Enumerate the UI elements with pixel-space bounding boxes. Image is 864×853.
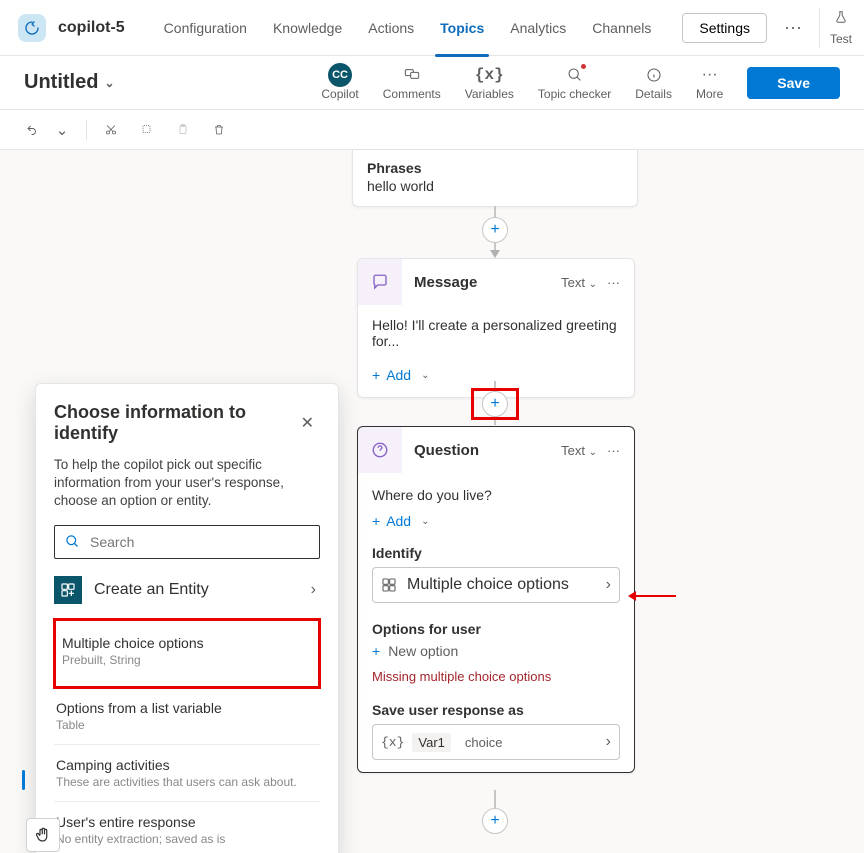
top-tabs: Configuration Knowledge Actions Topics A… [151, 0, 665, 56]
entity-option-camping[interactable]: Camping activities These are activities … [54, 745, 320, 802]
flask-icon [834, 9, 848, 30]
test-label: Test [830, 32, 852, 46]
flow-canvas[interactable]: Phrases hello world + Message Text ⌄ ···… [0, 150, 864, 853]
app-title: copilot-5 [58, 19, 125, 37]
save-response-label: Save user response as [372, 702, 620, 718]
trigger-node[interactable]: Phrases hello world [352, 150, 638, 207]
tab-knowledge[interactable]: Knowledge [260, 0, 355, 56]
topic-checker-button[interactable]: Topic checker [538, 65, 611, 101]
question-node[interactable]: Question Text ⌄ ··· Where do you live? +… [357, 426, 635, 773]
undo-button[interactable] [20, 118, 44, 142]
message-type-selector[interactable]: Text ⌄ [561, 275, 597, 290]
test-button[interactable]: Test [819, 8, 852, 48]
trigger-phrase: hello world [367, 178, 623, 194]
question-type-selector[interactable]: Text ⌄ [561, 443, 597, 458]
identify-label: Identify [372, 545, 620, 561]
copy-button[interactable] [135, 118, 159, 142]
new-option-button[interactable]: +New option [372, 643, 620, 659]
tab-actions[interactable]: Actions [355, 0, 427, 56]
top-bar: copilot-5 Configuration Knowledge Action… [0, 0, 864, 56]
arrow-down-icon [490, 250, 500, 258]
create-entity-icon [54, 576, 82, 604]
avatar: CC [328, 63, 352, 87]
editor-toolbar: ⌄ [0, 110, 864, 150]
tab-configuration[interactable]: Configuration [151, 0, 260, 56]
tab-analytics[interactable]: Analytics [497, 0, 579, 56]
pan-tool-button[interactable] [26, 818, 60, 852]
popover-title: Choose information to identify ✕ [54, 402, 320, 444]
chevron-down-icon: ⌄ [104, 76, 114, 90]
question-icon [358, 427, 402, 473]
details-button[interactable]: Details [635, 65, 672, 101]
doc-actions: CC Copilot Comments {x} Variables Topic … [321, 65, 840, 101]
add-node-button[interactable]: + [482, 808, 508, 834]
comments-button[interactable]: Comments [383, 65, 441, 101]
create-entity-button[interactable]: Create an Entity › [54, 573, 320, 607]
more-icon[interactable]: ··· [777, 12, 809, 44]
save-button[interactable]: Save [747, 67, 840, 99]
more-icon: ··· [702, 65, 718, 85]
entity-icon [381, 577, 397, 593]
info-icon [646, 65, 662, 85]
question-node-header: Question Text ⌄ ··· [358, 427, 634, 473]
message-node[interactable]: Message Text ⌄ ··· Hello! I'll create a … [357, 258, 635, 398]
validation-error: Missing multiple choice options [372, 669, 620, 684]
chevron-right-icon: › [311, 581, 316, 599]
selection-marker [22, 770, 25, 790]
message-node-more[interactable]: ··· [607, 275, 620, 290]
tab-topics[interactable]: Topics [427, 0, 497, 56]
annotation-arrow [636, 595, 676, 597]
chevron-right-icon: › [606, 733, 611, 751]
copilot-button[interactable]: CC Copilot [321, 65, 358, 101]
question-prompt[interactable]: Where do you live? [372, 479, 620, 507]
options-label: Options for user [372, 621, 620, 637]
search-input[interactable] [88, 533, 309, 551]
entity-list: Multiple choice options Prebuilt, String… [54, 619, 320, 853]
topic-checker-icon [567, 65, 583, 85]
question-add-button[interactable]: +Add⌄ [372, 507, 620, 537]
add-node-button[interactable]: + [482, 217, 508, 243]
question-node-more[interactable]: ··· [607, 443, 620, 458]
trigger-section-label: Phrases [367, 160, 623, 176]
more-button[interactable]: ··· More [696, 65, 723, 101]
undo-dropdown[interactable]: ⌄ [50, 118, 74, 142]
comments-icon [402, 65, 422, 85]
message-node-header: Message Text ⌄ ··· [358, 259, 634, 305]
doc-title[interactable]: Untitled ⌄ [24, 71, 115, 94]
variables-icon: {x} [475, 65, 504, 85]
top-right: Settings ··· Test [682, 8, 852, 48]
variable-selector[interactable]: {x} Var1 choice › [372, 724, 620, 760]
entity-option-list-variable[interactable]: Options from a list variable Table [54, 688, 320, 745]
doc-bar: Untitled ⌄ CC Copilot Comments {x} Varia… [0, 56, 864, 110]
message-node-title: Message [414, 274, 477, 291]
close-button[interactable]: ✕ [295, 412, 320, 434]
delete-button[interactable] [207, 118, 231, 142]
search-input-wrapper[interactable] [54, 525, 320, 559]
add-node-button[interactable]: + [482, 391, 508, 417]
app-logo [18, 14, 46, 42]
tab-channels[interactable]: Channels [579, 0, 664, 56]
paste-button[interactable] [171, 118, 195, 142]
separator [86, 120, 87, 140]
search-icon [65, 534, 80, 549]
variables-button[interactable]: {x} Variables [465, 65, 514, 101]
entity-option-entire-response[interactable]: User's entire response No entity extract… [54, 802, 320, 853]
message-icon [358, 259, 402, 305]
message-body[interactable]: Hello! I'll create a personalized greeti… [358, 305, 634, 361]
cut-button[interactable] [99, 118, 123, 142]
entity-option-multiple-choice[interactable]: Multiple choice options Prebuilt, String [54, 619, 320, 688]
settings-button[interactable]: Settings [682, 13, 767, 43]
variable-prefix-icon: {x} [381, 735, 404, 750]
identify-selector[interactable]: Multiple choice options › [372, 567, 620, 603]
chevron-right-icon: › [606, 576, 611, 594]
popover-description: To help the copilot pick out specific in… [54, 456, 320, 511]
question-node-title: Question [414, 442, 479, 459]
doc-title-text: Untitled [24, 71, 98, 94]
identify-popover: Choose information to identify ✕ To help… [35, 383, 339, 853]
